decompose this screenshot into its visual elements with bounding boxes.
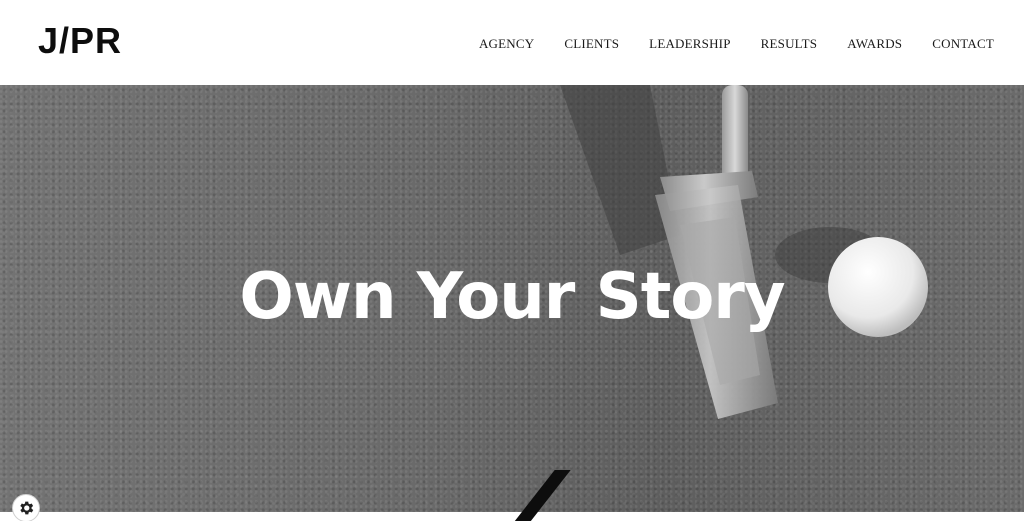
nav-results[interactable]: RESULTS [761, 36, 818, 52]
hero-banner: Own Your Story [0, 85, 1024, 512]
nav-agency[interactable]: AGENCY [479, 36, 534, 52]
site-header: J/PR AGENCY CLIENTS LEADERSHIP RESULTS A… [0, 0, 1024, 85]
nav-clients[interactable]: CLIENTS [564, 36, 619, 52]
section-divider [0, 512, 1024, 521]
logo[interactable]: J/PR [38, 22, 122, 60]
hero-title: Own Your Story [239, 260, 785, 334]
nav-awards[interactable]: AWARDS [847, 36, 902, 52]
nav-leadership[interactable]: LEADERSHIP [649, 36, 730, 52]
nav-contact[interactable]: CONTACT [932, 36, 994, 52]
main-nav: AGENCY CLIENTS LEADERSHIP RESULTS AWARDS… [479, 36, 994, 52]
settings-button[interactable] [12, 494, 40, 521]
gear-icon [20, 501, 34, 515]
